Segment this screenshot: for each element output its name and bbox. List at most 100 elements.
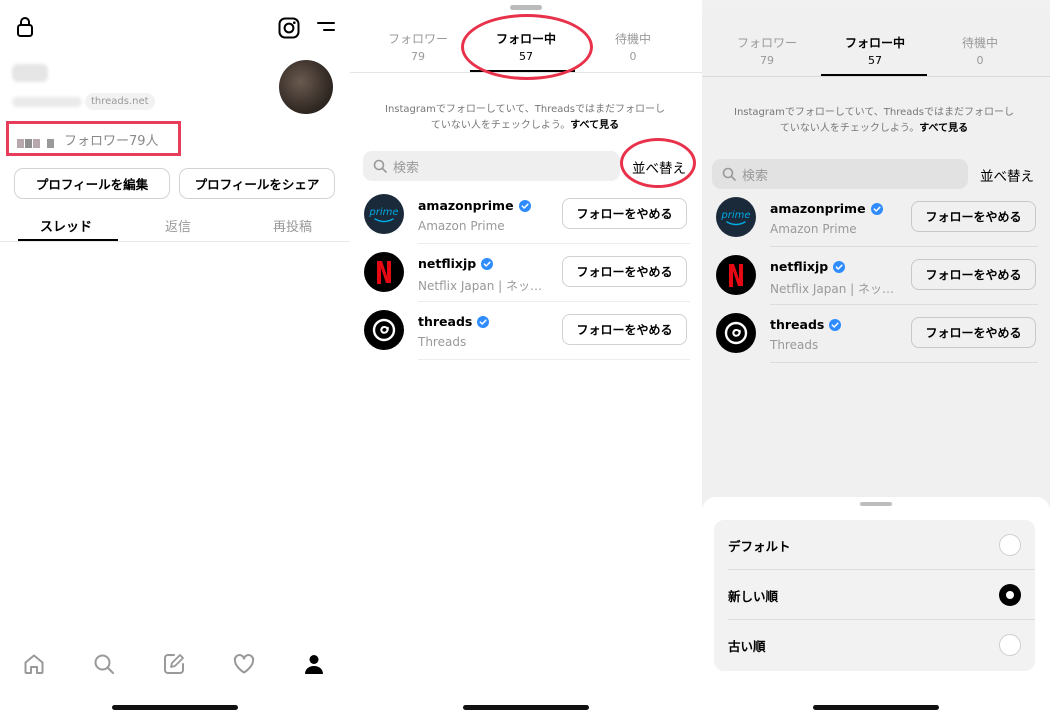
account-fullname: Threads — [770, 338, 819, 352]
followers-highlight[interactable]: フォロワー79人 — [6, 121, 181, 156]
heart-icon[interactable] — [232, 652, 256, 680]
sort-screen: フォロワー 79 フォロー中 57 待機中 0 Instagramでフォローしていて、… — [702, 0, 1050, 716]
sort-options-list: デフォルト 新しい順 古い順 — [714, 520, 1035, 671]
following-sheet: フォロワー 79 フォロー中 57 待機中 0 Instagramでフォローしていて、… — [350, 5, 702, 716]
edit-profile-button[interactable]: プロフィールを編集 — [14, 168, 170, 199]
account-fullname: Amazon Prime — [418, 219, 505, 233]
verified-badge-icon — [833, 260, 846, 273]
avatar[interactable] — [279, 60, 333, 114]
tab-followers[interactable]: フォロワー 79 — [363, 30, 473, 63]
search-icon — [722, 167, 736, 181]
account-username[interactable]: netflixjp — [770, 259, 828, 274]
sheet-handle[interactable] — [860, 502, 892, 506]
svg-text:prime: prime — [720, 210, 750, 221]
tab-pending[interactable]: 待機中 0 — [578, 30, 688, 63]
search-icon — [373, 159, 387, 173]
netflixjp-avatar[interactable] — [364, 252, 404, 292]
list-item[interactable]: prime amazonprime Amazon Prime フォローをやめる — [702, 189, 1050, 247]
account-username[interactable]: netflixjp — [418, 256, 476, 271]
compose-icon[interactable] — [162, 652, 186, 680]
radio-selected[interactable] — [999, 584, 1021, 606]
sort-option-newest[interactable]: 新しい順 — [714, 570, 1035, 620]
account-fullname: Amazon Prime — [770, 222, 857, 236]
radio-unselected[interactable] — [999, 634, 1021, 656]
threads-avatar[interactable] — [716, 313, 756, 353]
account-username[interactable]: threads — [770, 317, 824, 332]
account-fullname: Netflix Japan | ネッ… — [770, 282, 895, 296]
sort-option-label: 新しい順 — [728, 589, 779, 604]
home-indicator — [112, 705, 238, 710]
profile-screen: threads.net フォロワー79人 プロフィールを編集 プロフィールをシェ… — [0, 0, 350, 716]
sort-option-label: 古い順 — [728, 639, 766, 654]
sort-option-oldest[interactable]: 古い順 — [714, 620, 1035, 670]
highlight-ring-sort — [620, 138, 696, 188]
instagram-sync-note: Instagramでフォローしていて、Threadsではまだフォローし ていない… — [734, 107, 1014, 134]
instagram-icon[interactable] — [278, 17, 300, 43]
account-username[interactable]: amazonprime — [770, 201, 866, 216]
list-item[interactable]: prime amazonprime Amazon Prime フォローをやめる — [350, 186, 702, 244]
tab-underline — [18, 239, 118, 241]
search-placeholder: 検索 — [393, 160, 420, 176]
display-name-blurred — [12, 64, 48, 82]
sort-option-label: デフォルト — [728, 539, 791, 554]
menu-icon[interactable] — [316, 19, 336, 39]
unfollow-button[interactable]: フォローをやめる — [562, 256, 687, 287]
netflixjp-avatar[interactable] — [716, 255, 756, 295]
home-icon[interactable] — [22, 652, 46, 680]
threads-avatar[interactable] — [364, 310, 404, 350]
unfollow-button[interactable]: フォローをやめる — [911, 201, 1036, 232]
tab-pending[interactable]: 待機中 0 — [925, 34, 1035, 67]
verified-badge-icon — [829, 318, 842, 331]
highlight-ring-following-tab — [461, 14, 593, 80]
account-username[interactable]: threads — [418, 314, 472, 329]
list-item[interactable]: threads Threads フォローをやめる — [350, 302, 702, 360]
username-blurred — [12, 97, 82, 107]
search-placeholder: 検索 — [742, 168, 769, 184]
list-item[interactable]: threads Threads フォローをやめる — [702, 305, 1050, 363]
profile-tabs: スレッド 返信 再投稿 — [0, 206, 350, 242]
search-icon[interactable] — [92, 652, 116, 680]
followers-count[interactable]: フォロワー79人 — [64, 130, 159, 149]
radio-unselected[interactable] — [999, 534, 1021, 556]
list-item[interactable]: netflixjp Netflix Japan | ネッ… フォローをやめる — [702, 247, 1050, 305]
sort-button[interactable]: 並べ替え — [980, 165, 1034, 185]
tab-threads[interactable]: スレッド — [40, 216, 92, 235]
sort-options-sheet: デフォルト 新しい順 古い順 — [702, 497, 1050, 716]
instagram-sync-note: Instagramでフォローしていて、Threadsではまだフォローし ていない… — [385, 104, 665, 131]
search-input[interactable]: 検索 — [712, 159, 968, 189]
active-tab-underline — [821, 74, 927, 76]
tab-divider — [702, 76, 1050, 77]
amazonprime-avatar[interactable]: prime — [716, 197, 756, 237]
domain-pill: threads.net — [85, 93, 155, 110]
profile-icon[interactable] — [302, 652, 326, 680]
share-profile-button[interactable]: プロフィールをシェア — [179, 168, 335, 199]
following-screen: フォロワー 79 フォロー中 57 待機中 0 Instagramでフォローしていて、… — [350, 0, 702, 716]
search-input[interactable]: 検索 — [363, 151, 620, 181]
verified-badge-icon — [870, 202, 883, 215]
tab-reposts[interactable]: 再投稿 — [273, 216, 312, 235]
verified-badge-icon — [481, 257, 494, 270]
lock-icon[interactable] — [16, 16, 34, 42]
unfollow-button[interactable]: フォローをやめる — [911, 259, 1036, 290]
unfollow-button[interactable]: フォローをやめる — [562, 314, 687, 345]
account-fullname: Netflix Japan | ネッ… — [418, 279, 543, 293]
see-all-link[interactable]: すべて見る — [570, 120, 619, 131]
amazonprime-avatar[interactable]: prime — [364, 194, 404, 234]
account-username[interactable]: amazonprime — [418, 198, 514, 213]
row-divider — [418, 359, 690, 360]
account-fullname: Threads — [418, 335, 467, 349]
tab-following[interactable]: フォロー中 57 — [820, 34, 930, 67]
list-item[interactable]: netflixjp Netflix Japan | ネッ… フォローをやめる — [350, 244, 702, 302]
follower-thumbnails — [17, 133, 57, 148]
unfollow-button[interactable]: フォローをやめる — [911, 317, 1036, 348]
sort-option-default[interactable]: デフォルト — [714, 520, 1035, 570]
row-divider — [770, 362, 1038, 363]
see-all-link[interactable]: すべて見る — [919, 123, 968, 134]
verified-badge-icon — [477, 315, 490, 328]
tab-followers[interactable]: フォロワー 79 — [712, 34, 822, 67]
sheet-handle[interactable] — [510, 5, 542, 10]
svg-text:prime: prime — [368, 207, 398, 218]
unfollow-button[interactable]: フォローをやめる — [562, 198, 687, 229]
tab-replies[interactable]: 返信 — [165, 216, 191, 235]
verified-badge-icon — [518, 199, 531, 212]
